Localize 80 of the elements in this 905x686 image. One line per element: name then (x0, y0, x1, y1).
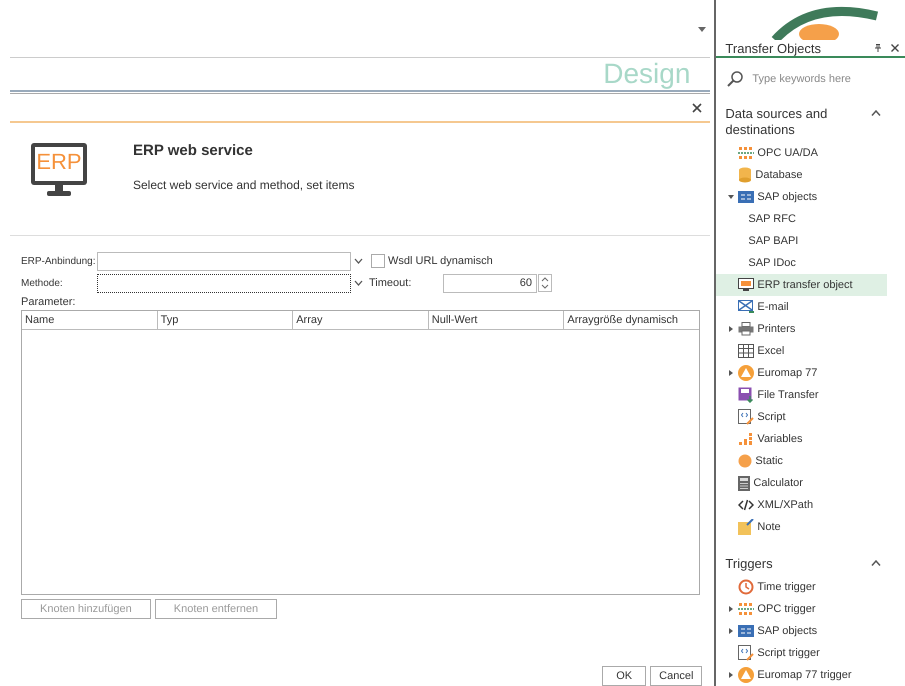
expander-arrow-icon[interactable] (728, 606, 734, 612)
tree-item[interactable]: XML/XPath (716, 494, 888, 516)
pin-icon[interactable] (875, 44, 881, 52)
clock-icon (738, 579, 754, 595)
calculator-icon (738, 476, 750, 490)
expander-arrow-icon[interactable] (728, 326, 734, 332)
script-icon (738, 645, 754, 661)
code-icon (738, 499, 754, 511)
tag-icon (738, 191, 754, 203)
dialog-title: ERP web service (133, 142, 254, 159)
tree-item[interactable]: OPC trigger (716, 598, 888, 620)
design-title: Design (603, 58, 690, 90)
printer-icon (738, 322, 754, 336)
tree-item[interactable]: SAP BAPI (716, 230, 888, 252)
tag-icon (738, 625, 754, 637)
dialog-subtitle: Select web service and method, set items (133, 178, 354, 192)
section-title: Data sources and destinations (725, 106, 828, 138)
close-icon[interactable] (692, 102, 702, 112)
tree-item[interactable]: ERP transfer object (716, 274, 888, 296)
circle-icon (738, 454, 752, 468)
field-label: Methode: (21, 278, 64, 288)
expander-arrow-icon[interactable] (728, 370, 734, 376)
script-icon (738, 409, 754, 425)
combo-box[interactable] (97, 274, 351, 292)
tree-item[interactable]: Variables (716, 428, 888, 450)
envelope-icon (738, 300, 754, 314)
dialog-button[interactable]: Cancel (650, 666, 702, 686)
column-header[interactable]: Typ (158, 311, 294, 329)
tree-item[interactable]: Printers (716, 318, 888, 340)
field-label: Timeout: (369, 277, 412, 289)
tree-item[interactable]: E-mail (716, 296, 888, 318)
warning-circle-icon (738, 667, 754, 683)
tree-item[interactable]: SAP objects (716, 186, 888, 208)
expander-arrow-icon[interactable] (728, 194, 734, 200)
expander-arrow-icon[interactable] (728, 628, 734, 634)
logo-text: ERP (36, 149, 82, 175)
timeout-field[interactable]: 60 (443, 274, 537, 292)
checkbox[interactable] (371, 254, 385, 268)
column-header[interactable]: Arraygröße dynamisch (564, 311, 699, 329)
table-icon (738, 344, 754, 358)
tree-item[interactable]: Excel (716, 340, 888, 362)
tree-item[interactable]: Script (716, 406, 888, 428)
tree-item[interactable]: Calculator (716, 472, 888, 494)
close-icon[interactable] (891, 44, 899, 52)
field-label: ERP-Anbindung: (21, 256, 96, 266)
search-field[interactable]: Type keywords here (716, 58, 905, 96)
tree-item[interactable]: File Transfer (716, 384, 888, 406)
tree-item[interactable]: Euromap 77 trigger (716, 664, 888, 686)
dropdown-arrow-icon[interactable] (698, 27, 706, 32)
tree-item[interactable]: Note (716, 516, 888, 538)
monitor-icon (30, 142, 88, 198)
tree-item[interactable]: SAP objects (716, 620, 888, 642)
section-title: Triggers (725, 556, 774, 572)
tree-item[interactable]: Database (716, 164, 888, 186)
network-icon (738, 146, 754, 160)
chevron-icon[interactable] (871, 110, 881, 116)
tree-item[interactable]: Script trigger (716, 642, 888, 664)
monitor-icon (738, 278, 754, 292)
panel-title: Transfer Objects (725, 40, 822, 56)
parameter-label: Parameter: (21, 296, 76, 308)
column-header[interactable]: Null-Wert (428, 311, 564, 329)
tree-item[interactable]: Static (716, 450, 888, 472)
tree-item[interactable]: SAP IDoc (716, 252, 888, 274)
tree-item[interactable]: SAP RFC (716, 208, 888, 230)
search-icon (726, 70, 744, 88)
warning-circle-icon (738, 365, 754, 381)
chevron-icon[interactable] (871, 560, 881, 566)
dialog-button[interactable]: OK (602, 666, 646, 686)
checkbox-label: Wsdl URL dynamisch (388, 255, 493, 267)
tree-item[interactable]: Time trigger (716, 576, 888, 598)
note-icon (738, 519, 754, 535)
database-icon (738, 167, 752, 183)
column-header[interactable]: Name (22, 311, 158, 329)
network-icon (738, 602, 754, 616)
expander-arrow-icon[interactable] (728, 672, 734, 678)
spinner-icon (538, 274, 552, 292)
column-header[interactable]: Array (293, 311, 429, 329)
tree-item[interactable]: OPC UA/DA (716, 142, 888, 164)
tree-item[interactable]: Euromap 77 (716, 362, 888, 384)
bar-chart-icon (738, 432, 754, 446)
